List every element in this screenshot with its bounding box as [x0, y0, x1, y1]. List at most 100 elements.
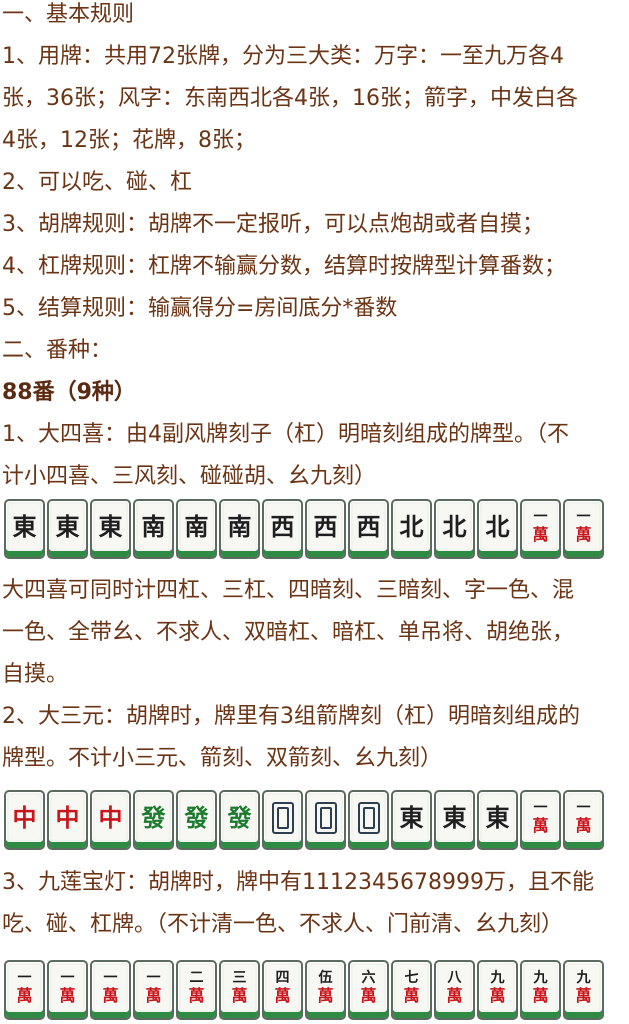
tile-glyph: 發 — [227, 802, 252, 832]
tile-glyph: 發 — [141, 802, 166, 832]
mahjong-tile: 南 — [133, 499, 174, 559]
mahjong-tile: 一萬 — [4, 960, 45, 1020]
tile-glyph: 中 — [55, 802, 80, 832]
mahjong-tile: 九萬 — [477, 960, 518, 1020]
tile-number: 六 — [361, 970, 376, 986]
white-dragon-frame-icon — [357, 801, 380, 834]
tile-number: 三 — [232, 970, 247, 986]
big-four-winds-line-1: 1、大四喜：由4副风牌刻子（杠）明暗刻组成的牌型。（不 — [2, 422, 569, 447]
tile-glyph: 東 — [98, 511, 123, 541]
mahjong-tile: 九萬 — [563, 960, 604, 1020]
mahjong-tile: 一萬 — [90, 960, 131, 1020]
big-four-winds-line-2: 计小四喜、三风刻、碰碰胡、幺九刻） — [2, 464, 377, 489]
mahjong-tile: 東 — [434, 790, 475, 850]
tile-number: 一 — [533, 509, 548, 525]
mahjong-tile: 一萬 — [520, 790, 561, 850]
tile-glyph: 東 — [485, 802, 510, 832]
tile-wan-glyph: 萬 — [489, 986, 506, 1005]
fan-88-heading: 88番（9种） — [2, 380, 136, 405]
tile-number: 一 — [103, 970, 118, 986]
tile-wan-glyph: 萬 — [59, 986, 76, 1005]
tile-row-big-three-dragons: 中中中發發發東東東一萬一萬 — [4, 790, 604, 852]
tile-number: 一 — [576, 509, 591, 525]
mahjong-tile: 發 — [133, 790, 174, 850]
tile-glyph: 南 — [184, 511, 209, 541]
mahjong-tile: 北 — [434, 499, 475, 559]
rule-tiles-line-3: 4张，12张；花牌，8张； — [2, 128, 256, 153]
tile-number: 一 — [146, 970, 161, 986]
mahjong-tile: 六萬 — [348, 960, 389, 1020]
rule-chi-peng-gang: 2、可以吃、碰、杠 — [2, 170, 192, 195]
tile-wan-glyph: 萬 — [575, 986, 592, 1005]
mahjong-tile — [305, 790, 346, 850]
mahjong-tile: 一萬 — [563, 499, 604, 559]
mahjong-tile: 發 — [219, 790, 260, 850]
mahjong-tile: 九萬 — [520, 960, 561, 1020]
tile-number: 二 — [189, 970, 204, 986]
mahjong-tile: 南 — [176, 499, 217, 559]
mahjong-tile: 四萬 — [262, 960, 303, 1020]
mahjong-tile: 八萬 — [434, 960, 475, 1020]
tile-wan-glyph: 萬 — [532, 525, 549, 544]
tile-number: 八 — [447, 970, 462, 986]
tile-glyph: 東 — [12, 511, 37, 541]
mahjong-tile — [262, 790, 303, 850]
rule-hu: 3、胡牌规则：胡牌不一定报听，可以点炮胡或者自摸； — [2, 212, 544, 237]
mahjong-tile: 中 — [90, 790, 131, 850]
tile-number: 九 — [576, 970, 591, 986]
tile-glyph: 西 — [313, 511, 338, 541]
tile-wan-glyph: 萬 — [102, 986, 119, 1005]
tile-number: 九 — [533, 970, 548, 986]
mahjong-tile: 東 — [4, 499, 45, 559]
mahjong-tile: 東 — [391, 790, 432, 850]
rule-gang: 4、杠牌规则：杠牌不输赢分数，结算时按牌型计算番数； — [2, 254, 566, 279]
mahjong-tile: 伍萬 — [305, 960, 346, 1020]
tile-glyph: 中 — [12, 802, 37, 832]
big-four-winds-extra-line-2: 一色、全带幺、不求人、双暗杠、暗杠、单吊将、胡绝张， — [2, 620, 575, 645]
mahjong-tile: 西 — [262, 499, 303, 559]
tile-wan-glyph: 萬 — [188, 986, 205, 1005]
tile-wan-glyph: 萬 — [575, 816, 592, 835]
tile-number: 一 — [576, 800, 591, 816]
tile-glyph: 東 — [55, 511, 80, 541]
mahjong-tile: 北 — [391, 499, 432, 559]
tile-number: 一 — [17, 970, 32, 986]
tile-glyph: 東 — [442, 802, 467, 832]
mahjong-tile — [348, 790, 389, 850]
mahjong-tile: 一萬 — [47, 960, 88, 1020]
mahjong-tile: 中 — [4, 790, 45, 850]
tile-wan-glyph: 萬 — [145, 986, 162, 1005]
mahjong-tile: 中 — [47, 790, 88, 850]
mahjong-tile: 一萬 — [133, 960, 174, 1020]
nine-gates-line-2: 吃、碰、杠牌。（不计清一色、不求人、门前清、幺九刻） — [2, 912, 564, 937]
tile-glyph: 中 — [98, 802, 123, 832]
tile-wan-glyph: 萬 — [575, 525, 592, 544]
section-heading-fan-types: 二、番种： — [2, 338, 113, 363]
mahjong-tile: 西 — [305, 499, 346, 559]
tile-glyph: 南 — [141, 511, 166, 541]
tile-row-big-four-winds: 東東東南南南西西西北北北一萬一萬 — [4, 499, 604, 561]
mahjong-tile: 東 — [90, 499, 131, 559]
tile-number: 一 — [533, 800, 548, 816]
tile-number: 一 — [60, 970, 75, 986]
mahjong-tile: 七萬 — [391, 960, 432, 1020]
white-dragon-frame-icon — [271, 801, 294, 834]
tile-wan-glyph: 萬 — [16, 986, 33, 1005]
tile-glyph: 西 — [356, 511, 381, 541]
white-dragon-frame-icon — [314, 801, 337, 834]
tile-wan-glyph: 萬 — [403, 986, 420, 1005]
tile-row-nine-gates: 一萬一萬一萬一萬二萬三萬四萬伍萬六萬七萬八萬九萬九萬九萬 — [4, 960, 604, 1022]
rule-tiles-line-2: 张，36张；风字：东南西北各4张，16张；箭字，中发白各 — [2, 86, 578, 111]
tile-glyph: 北 — [399, 511, 424, 541]
big-four-winds-extra-line-1: 大四喜可同时计四杠、三杠、四暗刻、三暗刻、字一色、混 — [2, 578, 575, 603]
big-three-dragons-line-1: 2、大三元：胡牌时，牌里有3组箭牌刻（杠）明暗刻组成的 — [2, 704, 580, 729]
mahjong-tile: 發 — [176, 790, 217, 850]
mahjong-tile: 西 — [348, 499, 389, 559]
rule-settlement: 5、结算规则：输赢得分=房间底分*番数 — [2, 296, 398, 321]
mahjong-tile: 三萬 — [219, 960, 260, 1020]
tile-glyph: 西 — [270, 511, 295, 541]
mahjong-tile: 二萬 — [176, 960, 217, 1020]
mahjong-tile: 東 — [47, 499, 88, 559]
tile-wan-glyph: 萬 — [231, 986, 248, 1005]
big-three-dragons-line-2: 牌型。不计小三元、箭刻、双箭刻、幺九刻） — [2, 746, 443, 771]
